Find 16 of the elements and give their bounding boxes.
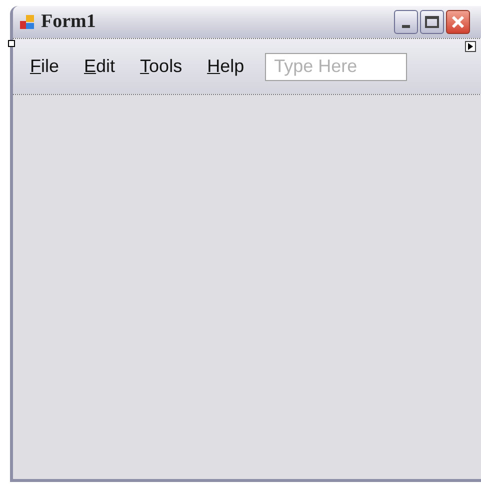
menu-item[interactable]: File	[30, 53, 60, 80]
close-icon	[451, 15, 465, 29]
window-title: Form1	[41, 10, 96, 34]
menu-item[interactable]: Help	[207, 53, 244, 80]
minimize-button[interactable]	[394, 10, 418, 34]
maximize-icon	[425, 16, 439, 28]
selection-handle[interactable]	[8, 40, 15, 47]
triangle-icon	[468, 43, 473, 50]
smart-tag-glyph[interactable]	[465, 41, 476, 52]
close-button[interactable]	[446, 10, 470, 34]
maximize-button[interactable]	[420, 10, 444, 34]
type-here-field[interactable]: Type Here	[265, 52, 408, 80]
menu-item[interactable]: Tools	[140, 53, 182, 80]
menu-item[interactable]: Edit	[84, 53, 116, 80]
app-icon	[19, 14, 35, 30]
minimize-icon	[402, 25, 410, 28]
